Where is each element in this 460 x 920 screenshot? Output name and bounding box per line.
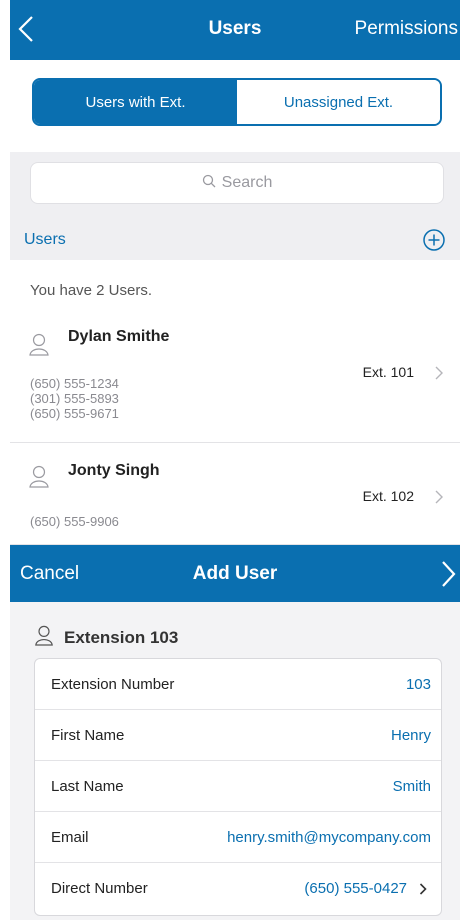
- search-input[interactable]: Search: [30, 162, 444, 204]
- phone-number: (650) 555-9671: [30, 406, 119, 421]
- user-icon: [34, 624, 64, 651]
- user-icon: [28, 332, 50, 356]
- user-extension: Ext. 101: [362, 364, 414, 380]
- user-phones: (650) 555-9906: [30, 514, 119, 529]
- users-count-text: You have 2 Users.: [30, 282, 153, 299]
- field-last-name[interactable]: Last Name Smith: [35, 761, 441, 812]
- field-label: Email: [51, 829, 89, 846]
- user-extension: Ext. 102: [362, 488, 414, 504]
- field-value[interactable]: Henry: [391, 727, 431, 744]
- field-value[interactable]: 103: [406, 676, 431, 693]
- permissions-button[interactable]: Permissions: [355, 18, 458, 40]
- add-user-form: Extension 103 Extension Number 103 First…: [10, 602, 460, 920]
- search-placeholder: Search: [221, 174, 273, 191]
- tab-users-with-ext[interactable]: Users with Ext.: [34, 80, 237, 124]
- field-value[interactable]: henry.smith@mycompany.com: [227, 829, 431, 846]
- user-icon: [28, 464, 50, 488]
- user-row-jonty[interactable]: Jonty Singh (650) 555-9906 Ext. 102: [10, 444, 460, 545]
- add-circle-icon[interactable]: [422, 228, 446, 252]
- field-extension-number[interactable]: Extension Number 103: [35, 659, 441, 710]
- field-direct-number[interactable]: Direct Number (650) 555-0427: [35, 863, 441, 914]
- user-name: Jonty Singh: [68, 462, 160, 479]
- form-card: Extension Number 103 First Name Henry La…: [34, 658, 442, 916]
- field-label: Last Name: [51, 778, 124, 795]
- chevron-right-icon: [434, 489, 444, 505]
- field-label: Extension Number: [51, 676, 175, 693]
- extension-heading: Extension 103: [34, 624, 178, 651]
- segment-area: Users with Ext. Unassigned Ext.: [10, 60, 460, 152]
- search-icon: [202, 174, 222, 193]
- chevron-right-icon: [434, 365, 444, 381]
- app-frame: Users Permissions Users with Ext. Unassi…: [10, 0, 460, 920]
- user-name: Dylan Smithe: [68, 328, 170, 345]
- add-user-title: Add User: [192, 563, 278, 584]
- users-section-header: Users: [10, 218, 460, 260]
- search-area: Search: [10, 152, 460, 218]
- phone-number: (650) 555-1234: [30, 376, 119, 391]
- phone-number: (650) 555-9906: [30, 514, 119, 529]
- extension-heading-label: Extension 103: [64, 627, 179, 647]
- phone-number: (301) 555-5893: [30, 391, 119, 406]
- field-value[interactable]: Smith: [393, 778, 431, 795]
- user-phones: (650) 555-1234 (301) 555-5893 (650) 555-…: [30, 376, 119, 421]
- field-value[interactable]: (650) 555-0427: [304, 880, 407, 897]
- user-row-dylan[interactable]: Dylan Smithe (650) 555-1234 (301) 555-58…: [10, 310, 460, 443]
- field-email[interactable]: Email henry.smith@mycompany.com: [35, 812, 441, 863]
- add-user-bar: Cancel Add User: [10, 545, 460, 602]
- field-label: Direct Number: [51, 880, 148, 897]
- field-label: First Name: [51, 727, 125, 744]
- field-first-name[interactable]: First Name Henry: [35, 710, 441, 761]
- chevron-right-icon[interactable]: [419, 882, 427, 896]
- users-section-label: Users: [24, 231, 66, 248]
- next-chevron-icon[interactable]: [438, 559, 458, 589]
- segmented-control: Users with Ext. Unassigned Ext.: [32, 78, 442, 126]
- nav-bar: Users Permissions: [10, 0, 460, 60]
- tab-unassigned-ext[interactable]: Unassigned Ext.: [237, 80, 440, 124]
